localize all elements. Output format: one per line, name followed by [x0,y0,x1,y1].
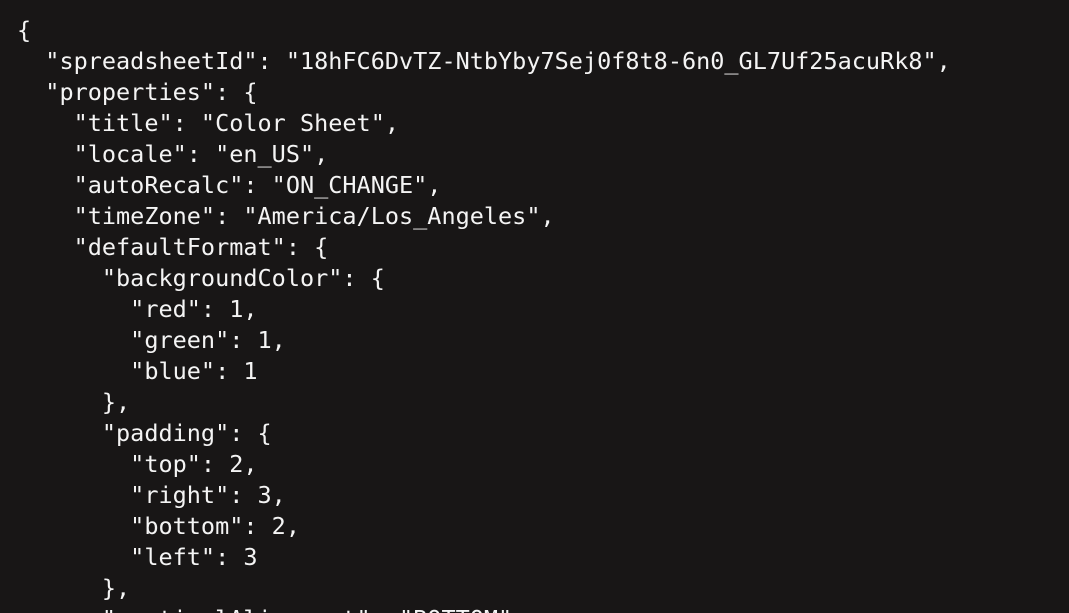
code-line: "locale": "en_US", [17,140,329,168]
code-line: "bottom": 2, [17,512,300,540]
code-line: "timeZone": "America/Los_Angeles", [17,202,555,230]
code-line: "verticalAlignment": "BOTTOM", [17,604,951,613]
code-line: "padding": { [17,419,272,447]
json-code-block: { "spreadsheetId": "18hFC6DvTZ-NtbYby7Se… [17,15,951,613]
code-line: "right": 3, [17,481,286,509]
code-line: "green": 1, [17,326,286,354]
code-line: }, [17,574,131,602]
code-line: { [17,16,32,44]
code-line: "left": 3 [17,543,258,571]
code-line: "backgroundColor": { [17,264,385,292]
code-line: "red": 1, [17,295,258,323]
code-line: "top": 2, [17,450,258,478]
json-viewer: { "spreadsheetId": "18hFC6DvTZ-NtbYby7Se… [0,0,1069,613]
code-line: "blue": 1 [17,357,258,385]
code-line: "properties": { [17,78,258,106]
code-line: "spreadsheetId": "18hFC6DvTZ-NtbYby7Sej0… [17,47,951,75]
code-line: "title": "Color Sheet", [17,109,400,137]
code-line: "autoRecalc": "ON_CHANGE", [17,171,442,199]
code-line: }, [17,388,131,416]
code-line: "defaultFormat": { [17,233,329,261]
